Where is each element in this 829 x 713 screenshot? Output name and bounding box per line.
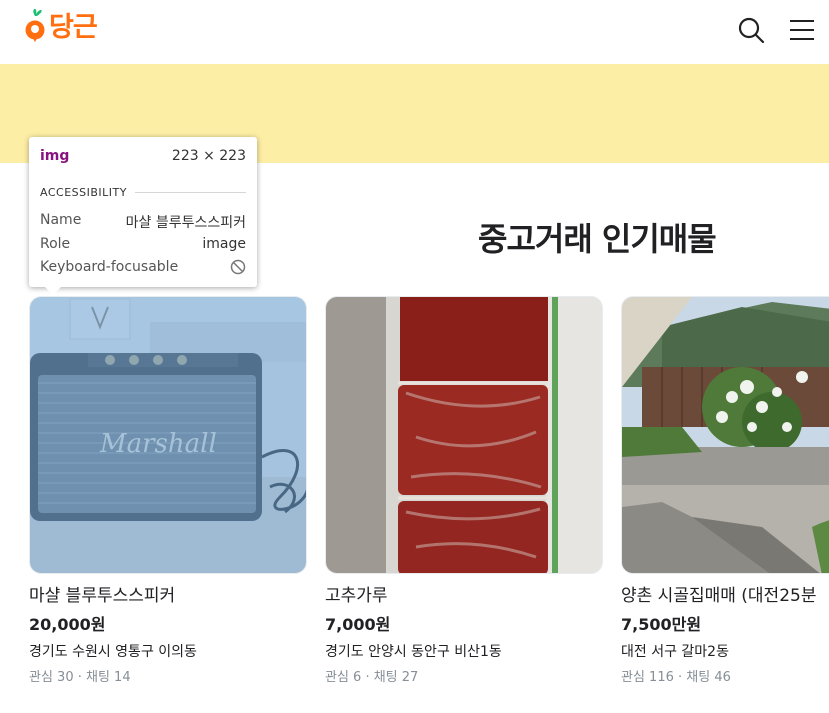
site-header: 당근 <box>0 0 829 64</box>
tooltip-row-value: image <box>202 236 246 252</box>
card-price: 7,000원 <box>325 615 391 634</box>
tooltip-row-name: Name 마샬 블루투스스피커 <box>40 212 246 232</box>
hamburger-menu-icon[interactable] <box>788 16 816 44</box>
product-card[interactable]: Marshall 마샬 블루투스스피커 20,000원 경기도 수원시 영통구 … <box>29 296 307 688</box>
card-region: 경기도 수원시 영통구 이의동 <box>29 644 197 660</box>
tooltip-row-label: Role <box>40 236 71 252</box>
card-title[interactable]: 양촌 시골집매매 (대전25분 <box>621 584 829 608</box>
search-icon[interactable] <box>737 16 765 44</box>
svg-text:Marshall: Marshall <box>99 429 217 459</box>
countryside-house-photo <box>622 297 829 573</box>
product-image[interactable] <box>621 296 829 574</box>
not-focusable-icon <box>230 259 246 275</box>
tooltip-row-label: Keyboard-focusable <box>40 259 179 275</box>
marshall-speaker-photo: Marshall <box>30 297 306 573</box>
tooltip-row-role: Role image <box>40 236 246 252</box>
card-counts: 관심 6 · 채팅 27 <box>325 670 419 685</box>
product-card[interactable]: 양촌 시골집매매 (대전25분 7,500만원 대전 서구 갈마2동 관심 11… <box>621 296 829 688</box>
card-region: 경기도 안양시 동안구 비산1동 <box>325 644 502 660</box>
tooltip-size: 223 × 223 <box>171 148 246 164</box>
tooltip-row-label: Name <box>40 212 82 228</box>
logo-text: 당근 <box>49 11 98 43</box>
card-title[interactable]: 마샬 블루투스스피커 <box>29 584 307 608</box>
devtools-inspect-tooltip: img 223 × 223 ACCESSIBILITY Name 마샬 블루투스… <box>29 137 257 295</box>
card-counts: 관심 116 · 채팅 46 <box>621 670 731 685</box>
tooltip-section-label: ACCESSIBILITY <box>40 186 127 199</box>
carrot-icon <box>25 8 45 42</box>
product-image[interactable] <box>325 296 603 574</box>
daangn-logo[interactable]: 당근 <box>24 4 98 44</box>
card-title[interactable]: 고추가루 <box>325 584 603 608</box>
tooltip-row-keyboard: Keyboard-focusable <box>40 259 246 275</box>
card-price: 7,500만원 <box>621 615 702 634</box>
card-region: 대전 서구 갈마2동 <box>621 644 729 660</box>
card-clip: 양촌 시골집매매 (대전25분 7,500만원 대전 서구 갈마2동 관심 11… <box>621 296 829 713</box>
card-counts: 관심 30 · 채팅 14 <box>29 670 131 685</box>
tooltip-header: img 223 × 223 <box>40 148 246 164</box>
tooltip-section-heading: ACCESSIBILITY <box>40 186 246 199</box>
tooltip-tag: img <box>40 148 70 164</box>
red-pepper-powder-photo <box>326 297 602 573</box>
product-image[interactable]: Marshall <box>29 296 307 574</box>
product-card[interactable]: 고추가루 7,000원 경기도 안양시 동안구 비산1동 관심 6 · 채팅 2… <box>325 296 603 688</box>
card-price: 20,000원 <box>29 615 106 634</box>
tooltip-row-value: 마샬 블루투스스피커 <box>125 215 246 231</box>
